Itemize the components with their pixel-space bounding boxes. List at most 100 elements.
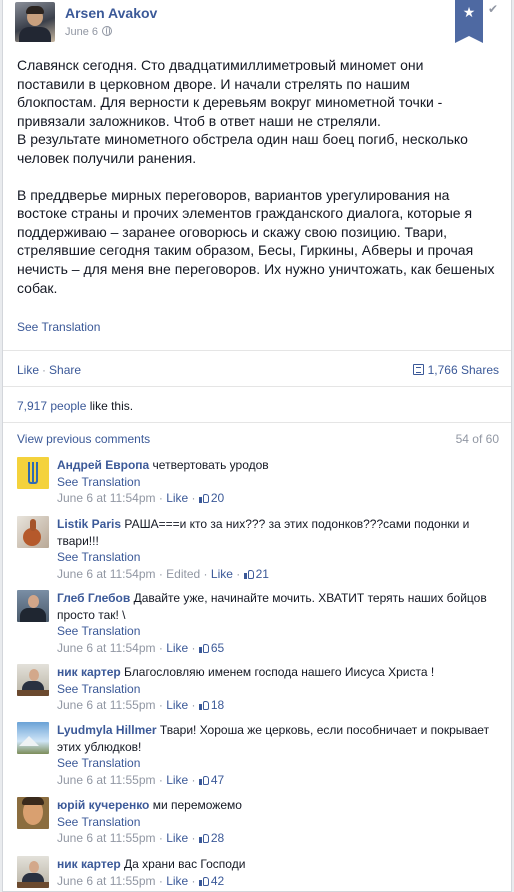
comment-text: Да храни вас Господи: [120, 857, 246, 871]
comment-time[interactable]: June 6 at 11:54pm: [57, 641, 156, 655]
chevron-down-icon[interactable]: ✔: [488, 2, 498, 16]
comment-like-number[interactable]: 65: [211, 641, 224, 655]
comment-text: ми переможемо: [149, 798, 242, 812]
office-man-icon[interactable]: [17, 664, 49, 696]
comment-author[interactable]: ник картер: [57, 857, 121, 871]
comment-see-translation-link[interactable]: See Translation: [57, 755, 503, 772]
comment-time[interactable]: June 6 at 11:55pm: [57, 698, 156, 712]
trident-icon[interactable]: [17, 457, 49, 489]
post-date[interactable]: June 6: [65, 26, 113, 38]
comment-see-translation-link[interactable]: See Translation: [57, 681, 503, 698]
comment-meta: June 6 at 11:55pm · Like · 47: [57, 772, 225, 787]
post-header: Arsen Avakov June 6: [13, 2, 453, 42]
comment-author[interactable]: ник картер: [57, 665, 121, 679]
post-line: поддерживаю – заранее оговорюсь и скажу …: [17, 223, 448, 240]
comment-text: Благословляю именем господа нашего Иисус…: [120, 665, 435, 679]
comment-like-count[interactable]: 42: [198, 874, 224, 888]
comment-edited[interactable]: · Edited: [156, 567, 200, 581]
comment-like-button[interactable]: Like: [166, 874, 188, 888]
comment-author[interactable]: Андрей Европа: [57, 458, 149, 472]
face-icon[interactable]: [17, 797, 49, 829]
post-line: человек получили ранения.: [17, 149, 197, 166]
post-date-text[interactable]: June 6: [65, 26, 98, 38]
mountain-icon[interactable]: [17, 722, 49, 754]
comment-like-button[interactable]: Like: [166, 698, 188, 712]
post-line: нечисть – для меня вне переговоров. Их н…: [17, 260, 495, 277]
comment-like-number[interactable]: 42: [211, 874, 224, 888]
comment-like-button[interactable]: Like: [166, 831, 188, 845]
comment-author[interactable]: Lyudmyla Hillmer: [57, 723, 157, 737]
divider: [3, 350, 511, 351]
post-line: собак.: [17, 279, 58, 296]
divider: [3, 422, 511, 423]
comment-time[interactable]: June 6 at 11:55pm: [57, 874, 156, 888]
author-name[interactable]: Arsen Avakov: [65, 5, 157, 21]
shares-count-text[interactable]: 1,766 Shares: [428, 363, 499, 377]
shares-count-link[interactable]: 1,766 Shares: [412, 363, 499, 377]
thumbs-up-icon: [198, 700, 209, 710]
comment-time[interactable]: June 6 at 11:55pm: [57, 831, 156, 845]
man-icon[interactable]: [17, 590, 49, 622]
post-line: стрелявшие сегодня таким образом, Бесы, …: [17, 242, 474, 259]
thumbs-up-icon: [198, 876, 209, 886]
post-see-translation-link[interactable]: See Translation: [17, 320, 100, 334]
comment-text: четвертовать уродов: [149, 458, 269, 472]
comment-author[interactable]: Глеб Глебов: [57, 591, 130, 605]
comment-author[interactable]: Listik Paris: [57, 517, 121, 531]
post-actions: Like · Share: [17, 363, 81, 377]
comment-author[interactable]: юрій кучеренко: [57, 798, 149, 812]
comment-see-translation-link[interactable]: See Translation: [57, 814, 503, 831]
share-button[interactable]: Share: [49, 363, 81, 377]
comment-meta: June 6 at 11:55pm · Like · 18: [57, 698, 225, 712]
star-bookmark-icon[interactable]: ★: [455, 0, 483, 43]
comment-like-number[interactable]: 21: [256, 567, 269, 581]
likes-text: like this.: [86, 399, 134, 413]
comment-time[interactable]: June 6 at 11:55pm: [57, 773, 156, 787]
view-previous-comments-link[interactable]: View previous comments: [17, 432, 150, 446]
thumbs-up-icon: [198, 493, 209, 503]
divider: [3, 386, 511, 387]
comment-like-count[interactable]: 65: [198, 641, 224, 655]
office-man-icon[interactable]: [17, 856, 49, 888]
comment-like-count[interactable]: 28: [198, 831, 224, 845]
comment-time[interactable]: June 6 at 11:54pm: [57, 567, 156, 581]
comment-like-number[interactable]: 20: [211, 491, 224, 505]
comment-like-button[interactable]: Like: [166, 641, 188, 655]
comment-like-number[interactable]: 28: [211, 831, 224, 845]
comment-like-button[interactable]: Like: [166, 491, 188, 505]
share-icon: [412, 364, 424, 375]
likes-summary: 7,917 people like this.: [17, 399, 133, 413]
comment-see-translation-link[interactable]: See Translation: [57, 549, 503, 566]
author-avatar[interactable]: [15, 2, 55, 42]
squirrel-icon[interactable]: [17, 516, 49, 548]
like-button[interactable]: Like: [17, 363, 39, 377]
comment-meta: June 6 at 11:55pm · Like · 28: [57, 831, 225, 845]
post-card: Arsen Avakov June 6 ★ ✔ Славянск сегодня…: [2, 0, 512, 892]
comment-like-count[interactable]: 47: [198, 773, 224, 787]
comment-like-button[interactable]: Like: [166, 773, 188, 787]
comment-like-number[interactable]: 18: [211, 698, 224, 712]
post-line: востоке страны и прочих элементов гражда…: [17, 205, 473, 222]
comment-time[interactable]: June 6 at 11:54pm: [57, 491, 156, 505]
globe-icon: [102, 26, 113, 36]
post-line: привязали заложников. Чтоб в ответ наши …: [17, 112, 381, 129]
comment-meta: June 6 at 11:54pm · Like · 20: [57, 491, 225, 505]
comment-meta: June 6 at 11:54pm · Like · 65: [57, 640, 225, 655]
likes-count-link[interactable]: 7,917 people: [17, 399, 86, 413]
comment-meta: June 6 at 11:55pm · Like · 42: [57, 873, 225, 888]
comment-see-translation-link[interactable]: See Translation: [57, 623, 503, 640]
thumbs-up-icon: [198, 775, 209, 785]
post-line: В результате минометного обстрела один н…: [17, 131, 468, 148]
thumbs-up-icon: [198, 643, 209, 653]
comment-like-count[interactable]: 18: [198, 698, 224, 712]
post-line: поставили в церковном дворе. И начали ст…: [17, 75, 410, 92]
comment-like-button[interactable]: Like: [211, 567, 233, 581]
comment-like-count[interactable]: 21: [243, 567, 269, 581]
comment-like-count[interactable]: 20: [198, 491, 224, 505]
separator-dot: ·: [42, 363, 47, 377]
post-line: В преддверье мирных переговоров, вариант…: [17, 186, 450, 203]
thumbs-up-icon: [243, 569, 254, 579]
comment-see-translation-link[interactable]: See Translation: [57, 474, 503, 491]
comment-like-number[interactable]: 47: [211, 773, 224, 787]
post-text: Славянск сегодня. Сто двадцатимиллиметро…: [17, 56, 505, 297]
